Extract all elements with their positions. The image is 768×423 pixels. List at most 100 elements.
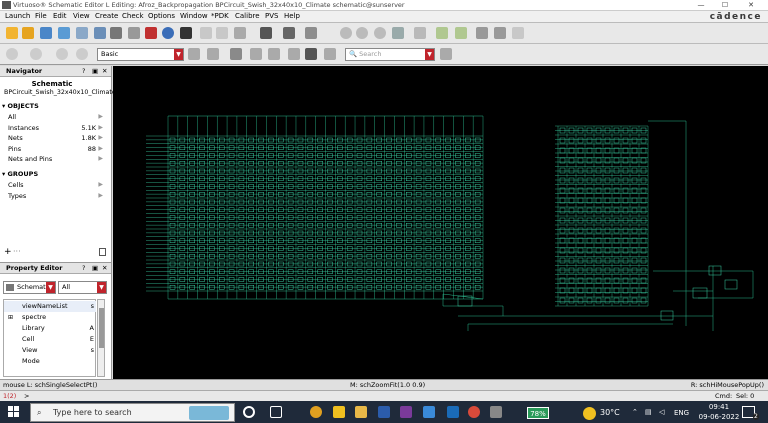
objects-header[interactable]: ▾ OBJECTS [2,102,39,110]
undo-icon[interactable] [200,27,212,39]
menu-pdk[interactable]: *PDK [211,12,229,20]
wire[interactable] [442,293,484,300]
instance-block[interactable] [577,177,584,184]
instance-block[interactable] [595,167,602,174]
chevron-down-icon[interactable]: ▼ [46,282,55,293]
instance-block[interactable] [568,207,575,214]
help-icon[interactable]: ? [82,263,85,274]
instance-block[interactable] [622,177,629,184]
scrollbar[interactable] [97,299,105,377]
language-indicator[interactable]: ENG [674,409,689,417]
object-type-select[interactable]: Schemat ▼ [3,281,56,294]
instance-block[interactable] [595,137,602,144]
check-save-icon[interactable] [58,27,70,39]
instance-block[interactable] [640,177,647,184]
deselect-icon[interactable] [56,48,68,60]
clock-date[interactable]: 09-06-2022 [698,413,740,421]
move-mode-icon[interactable] [250,48,262,60]
instance-block[interactable] [622,137,629,144]
groups-header[interactable]: ▾ GROUPS [2,170,38,178]
expand-arrow-icon[interactable]: ▶ [98,123,103,134]
instance-block[interactable] [604,137,611,144]
instance-block[interactable] [613,177,620,184]
instance-block[interactable] [604,167,611,174]
expand-arrow-icon[interactable]: ▶ [98,133,103,144]
instance-block[interactable] [568,227,575,234]
nav-item-cells[interactable]: Cells ▶ [0,180,104,191]
instance-block[interactable] [604,297,611,304]
instance-block[interactable] [559,257,566,264]
probe-icon[interactable] [324,48,336,60]
instance-block[interactable] [586,177,593,184]
instance-block[interactable] [595,297,602,304]
selection-filter-icon[interactable] [6,48,18,60]
nav-item-nets-and-pins[interactable]: Nets and Pins ▶ [0,154,104,165]
instance-block[interactable] [559,167,566,174]
instance-block[interactable] [631,257,638,264]
instance-block[interactable] [586,267,593,274]
command-input[interactable] [32,392,702,400]
float-icon[interactable]: ▣ [92,66,98,77]
instance-block[interactable] [604,177,611,184]
instance-block[interactable] [622,207,629,214]
chrome-icon[interactable] [310,406,322,418]
instance-block[interactable] [631,207,638,214]
instance-block[interactable] [640,267,647,274]
instance-block[interactable] [622,267,629,274]
remote-desktop-icon[interactable] [423,406,435,418]
search-options-icon[interactable] [440,48,452,60]
settings-icon[interactable] [490,406,502,418]
instance-block[interactable] [631,177,638,184]
instance-block[interactable] [622,297,629,304]
hierarchy-icon[interactable] [414,27,426,39]
instance-block[interactable] [577,267,584,274]
instance-block[interactable] [660,310,674,321]
menu-calibre[interactable]: Calibre [235,12,260,20]
instance-block[interactable] [568,167,575,174]
redo-icon[interactable] [216,27,228,39]
edit-props-icon[interactable] [512,27,524,39]
zoom-out-icon[interactable] [374,27,386,39]
scrollbar-thumb[interactable] [99,308,104,348]
instance-block[interactable] [577,227,584,234]
instance-block[interactable] [631,167,638,174]
expand-icon[interactable]: ⊞ [8,313,13,324]
menu-help[interactable]: Help [284,12,300,20]
chevron-down-icon[interactable]: ▼ [425,49,434,60]
instance-block[interactable] [577,137,584,144]
mail-icon[interactable] [447,406,459,418]
instance-block[interactable] [577,167,584,174]
instance-block[interactable] [559,177,566,184]
instance-block[interactable] [640,137,647,144]
filter-icon[interactable] [76,48,88,60]
descend-icon[interactable] [436,27,448,39]
chevron-down-icon[interactable]: ▼ [97,282,106,293]
instance-block[interactable] [640,207,647,214]
battery-indicator[interactable]: 78% [527,407,549,419]
zoom-fit-icon[interactable] [340,27,352,39]
taskbar-search[interactable]: ⌕ Type here to search [30,403,235,422]
menu-create[interactable]: Create [95,12,118,20]
expand-arrow-icon[interactable]: ▶ [98,180,103,191]
close-icon[interactable]: ✕ [102,66,107,77]
maximize-button[interactable]: ☐ [714,0,736,11]
instance-block[interactable] [708,265,722,276]
expand-arrow-icon[interactable]: ▶ [98,154,103,165]
move-icon[interactable] [94,27,106,39]
instance-block[interactable] [577,207,584,214]
instance-block[interactable] [613,227,620,234]
nav-item-types[interactable]: Types ▶ [0,191,104,202]
instance-block[interactable] [640,227,647,234]
zoom-in-icon[interactable] [356,27,368,39]
instance-block[interactable] [604,267,611,274]
instance-block[interactable] [586,227,593,234]
menu-check[interactable]: Check [122,12,144,20]
new-icon[interactable] [6,27,18,39]
instance-block[interactable] [577,297,584,304]
cortana-icon[interactable] [243,406,255,418]
instance-block[interactable] [604,257,611,264]
instance-block[interactable] [559,227,566,234]
property-row[interactable]: viewNameList s [4,301,96,312]
instance-icon[interactable] [234,27,246,39]
instance-block[interactable] [631,227,638,234]
